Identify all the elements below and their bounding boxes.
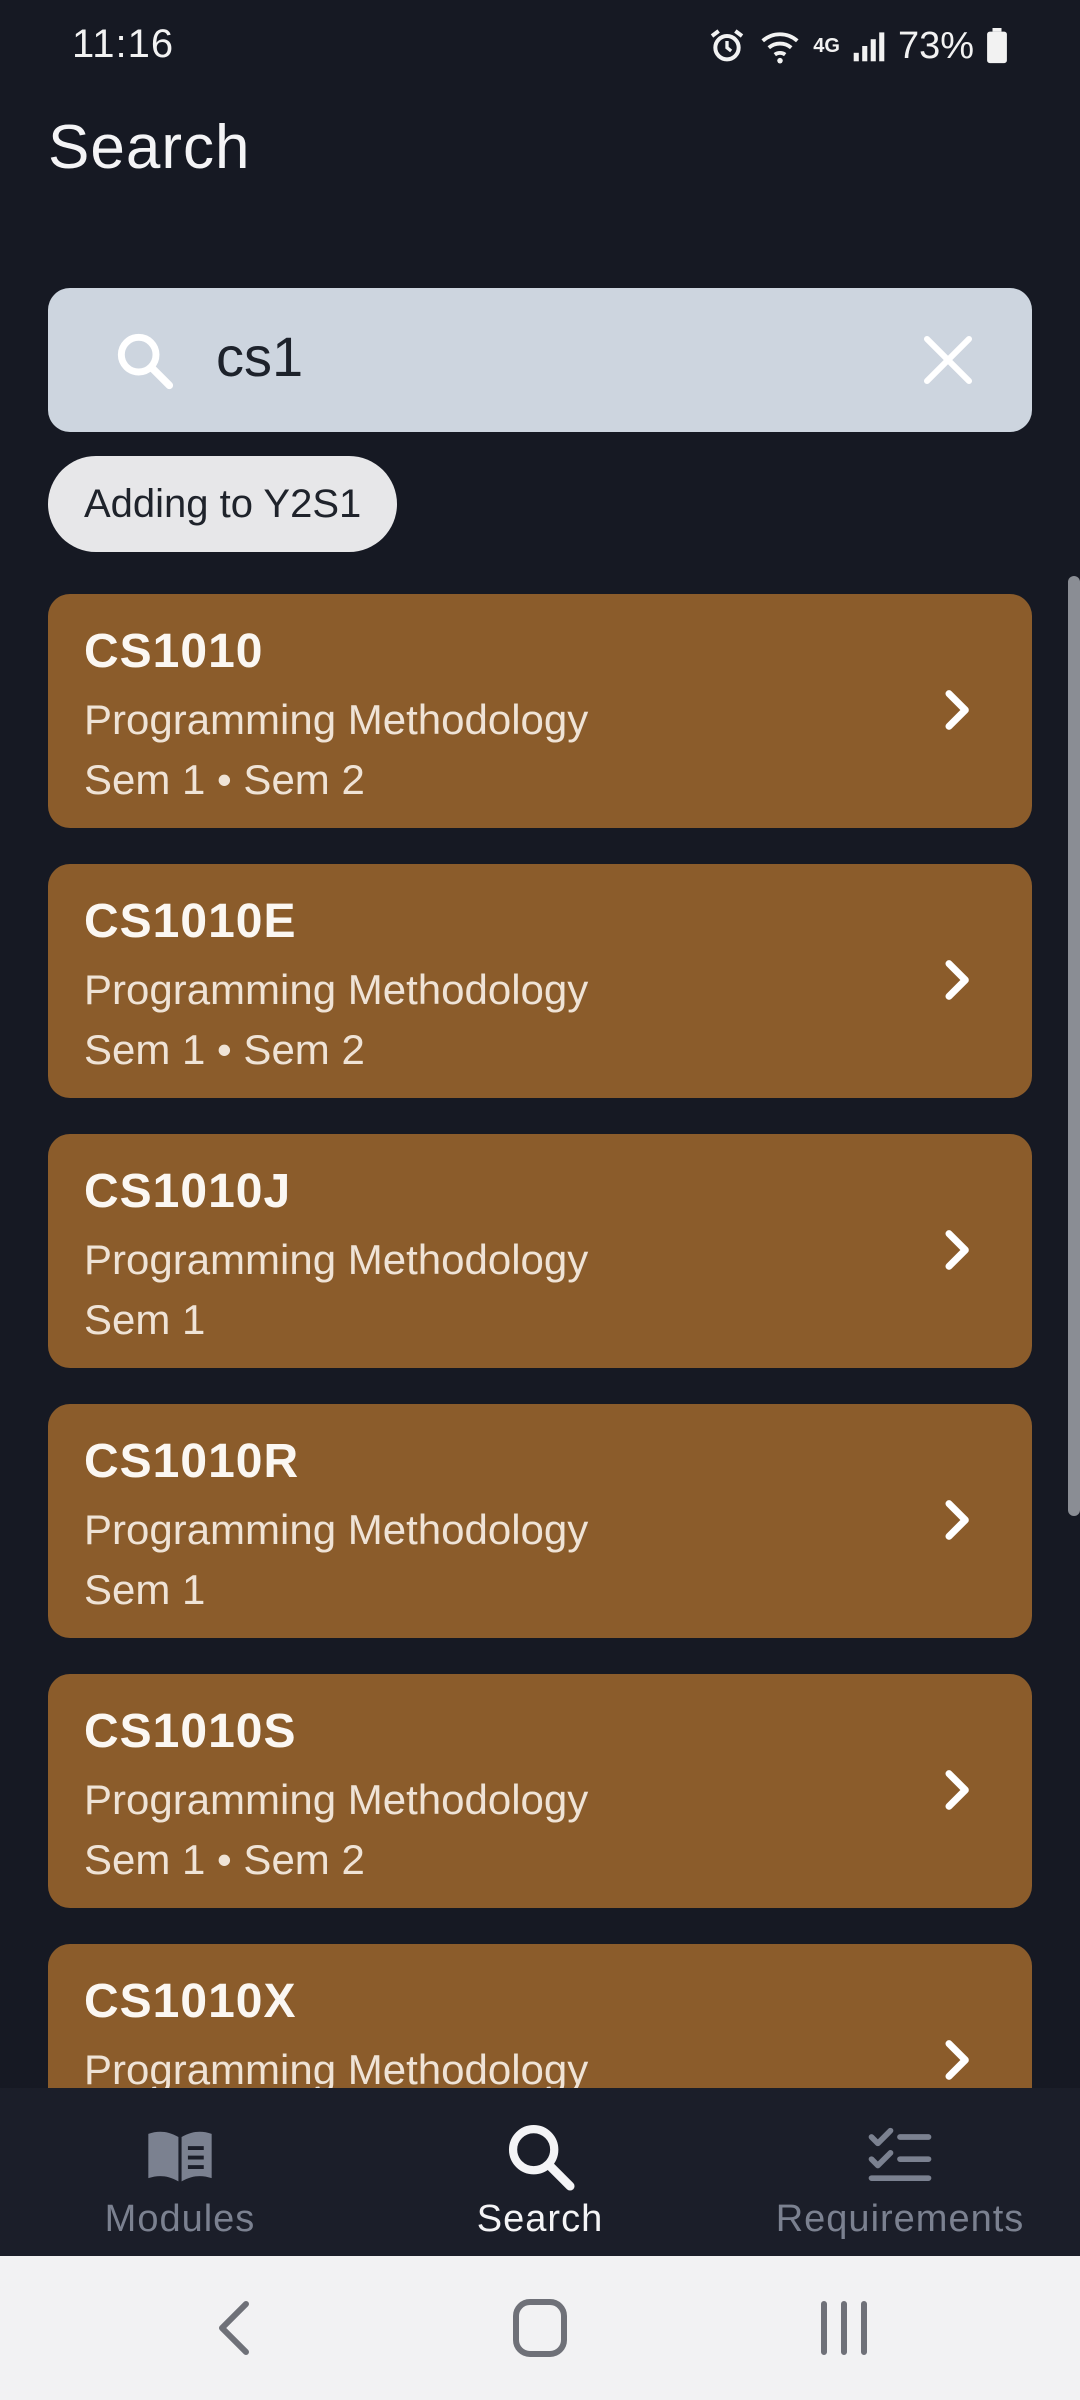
chevron-right-icon [945,1770,969,1810]
module-semesters: Sem 1 [84,1296,206,1343]
module-semesters: Sem 1 • Sem 2 [84,1836,365,1883]
results-list[interactable]: CS1010 Programming Methodology Sem 1 • S… [0,590,1080,2088]
battery-percent: 73% [897,24,974,67]
search-icon [117,333,174,390]
module-card[interactable]: CS1010J Programming Methodology Sem 1 [48,1134,1032,1368]
module-title: Programming Methodology [84,696,589,743]
book-icon [148,2131,212,2182]
module-code: CS1010X [84,1975,297,2028]
signal-icon [852,29,886,63]
alarm-icon [707,26,747,66]
system-navigation-bar [0,2256,1080,2400]
target-semester-chip[interactable]: Adding to Y2S1 [48,456,398,552]
status-bar: 11:16 4G 73% [0,0,1080,92]
chip-label: Adding to Y2S1 [84,481,362,526]
chevron-right-icon [945,960,969,1000]
module-title: Programming Methodology [84,2046,589,2088]
module-card[interactable]: CS1010R Programming Methodology Sem 1 [48,1404,1032,1638]
module-semesters: Sem 1 [84,1566,206,1613]
search-input[interactable]: cs1 [216,324,303,389]
home-icon[interactable] [500,2292,580,2364]
battery-icon [986,28,1008,64]
module-semesters: Sem 1 • Sem 2 [84,756,365,803]
module-code: CS1010J [84,1165,292,1218]
chevron-right-icon [945,2040,969,2080]
module-title: Programming Methodology [84,1506,589,1553]
chevron-right-icon [945,690,969,730]
nav-item-search[interactable]: Search [360,2088,720,2256]
scrollbar[interactable] [1068,576,1080,1516]
module-code: CS1010R [84,1435,300,1488]
module-card[interactable]: CS1010 Programming Methodology Sem 1 • S… [48,594,1032,828]
module-card[interactable]: CS1010S Programming Methodology Sem 1 • … [48,1674,1032,1908]
status-icons: 4G 73% [707,22,1008,70]
module-card[interactable]: CS1010E Programming Methodology Sem 1 • … [48,864,1032,1098]
network-type-label: 4G [813,34,840,57]
module-title: Programming Methodology [84,1236,589,1283]
status-time: 11:16 [72,22,175,66]
nav-label-requirements: Requirements [775,2198,1025,2240]
nav-item-requirements[interactable]: Requirements [720,2088,1080,2256]
back-icon[interactable] [198,2292,278,2364]
nav-label-modules: Modules [104,2198,256,2240]
module-card[interactable]: CS1010X Programming Methodology [48,1944,1032,2088]
module-code: CS1010 [84,625,264,678]
module-title: Programming Methodology [84,1776,589,1823]
chevron-right-icon [945,1500,969,1540]
wifi-icon [759,27,801,65]
search-icon [508,2124,575,2191]
module-title: Programming Methodology [84,966,589,1013]
module-code: CS1010E [84,895,297,948]
module-code: CS1010S [84,1705,297,1758]
module-semesters: Sem 1 • Sem 2 [84,1026,365,1073]
chevron-right-icon [945,1230,969,1270]
search-bar[interactable]: cs1 [48,288,1032,432]
bottom-navigation: Modules Search Requirements [0,2088,1080,2256]
recent-apps-icon[interactable] [804,2292,884,2364]
nav-item-modules[interactable]: Modules [0,2088,360,2256]
close-icon[interactable] [920,332,976,388]
checklist-icon [868,2127,932,2182]
nav-label-search: Search [476,2198,604,2240]
page-title: Search [48,113,251,182]
